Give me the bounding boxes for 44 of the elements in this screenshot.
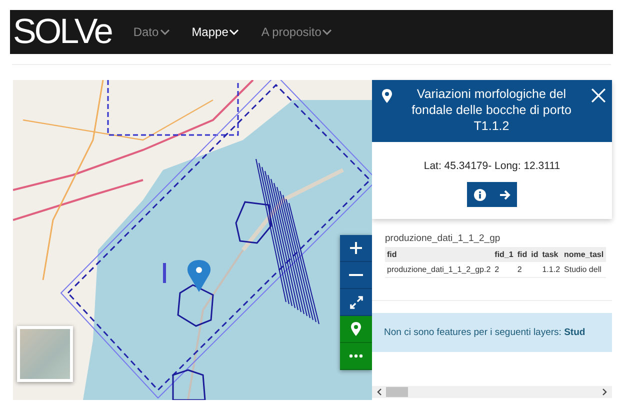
plus-icon	[349, 241, 363, 255]
alert-text: Non ci sono features per i seguenti layers: Stud	[384, 327, 586, 338]
scroll-right-icon[interactable]	[602, 388, 608, 396]
nav-menu-item[interactable]: A proposito	[261, 25, 332, 39]
map-fullscreen-button[interactable]	[340, 289, 372, 316]
table-cell: Studio dell	[562, 262, 606, 278]
location-pin-icon	[351, 322, 361, 336]
next-button[interactable]	[492, 182, 517, 207]
nav-menu-item[interactable]: Dato	[133, 25, 170, 39]
column-header: nome_tasl	[562, 247, 606, 262]
table-cell: 1.1.2	[540, 262, 562, 278]
horizontal-scrollbar[interactable]	[372, 386, 612, 398]
scroll-left-icon[interactable]	[376, 388, 382, 396]
nav-menu-item[interactable]: Mappe	[192, 25, 240, 39]
location-pin-icon	[382, 89, 392, 103]
info-icon	[474, 188, 486, 200]
expand-icon	[350, 296, 362, 308]
coordinates-text: Lat: 45.34179- Long: 12.3111	[422, 160, 562, 172]
column-header: id	[529, 247, 540, 262]
more-icon	[349, 354, 363, 358]
arrow-right-icon	[498, 188, 510, 200]
chevron-down-icon	[229, 29, 240, 35]
table-cell: 2	[492, 262, 516, 278]
map-zoom-in-button[interactable]	[340, 235, 372, 262]
table-cell: produzione_dati_1_1_2_gp.2	[385, 262, 493, 278]
table-cell: 2	[515, 262, 530, 278]
column-header: fid_1	[492, 247, 516, 262]
scrollbar-thumb[interactable]	[386, 387, 408, 397]
close-icon[interactable]	[591, 88, 606, 103]
map-drawing[interactable]	[13, 80, 372, 400]
column-header: fid	[515, 247, 530, 262]
chevron-down-icon	[322, 29, 332, 35]
column-header: task	[540, 247, 562, 262]
minus-icon	[349, 274, 363, 276]
logo[interactable]: SOLVe	[13, 10, 112, 54]
map-more-button[interactable]	[340, 343, 372, 370]
table-title: produzione_dati_1_1_2_gp	[385, 233, 502, 244]
map-zoom-out-button[interactable]	[340, 262, 372, 289]
column-header: fid	[385, 247, 493, 262]
popup-title: Variazioni morfologiche del fondale delle bocche di porto T1.1.2	[410, 86, 572, 134]
minimap-thumbnail[interactable]	[17, 326, 73, 382]
map-locate-button[interactable]	[340, 316, 372, 343]
info-button[interactable]	[467, 182, 492, 207]
chevron-down-icon	[160, 29, 170, 35]
